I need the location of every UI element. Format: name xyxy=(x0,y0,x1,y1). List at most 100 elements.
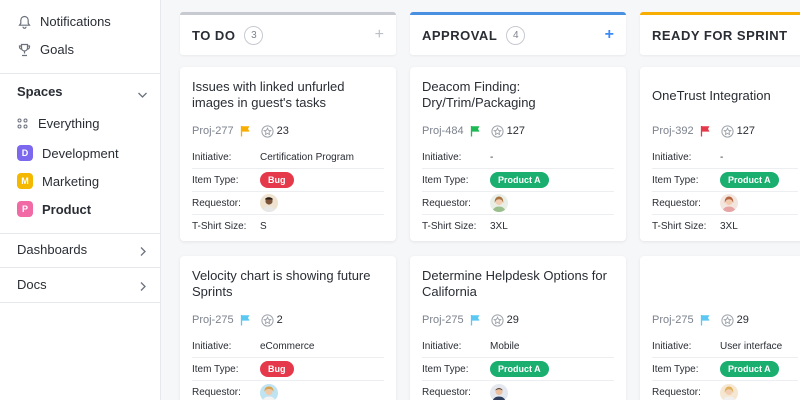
flag-icon[interactable] xyxy=(700,314,711,326)
field-initiative[interactable]: Initiative: - xyxy=(652,146,798,169)
points-value: 2 xyxy=(276,314,283,326)
sprint-points[interactable]: 2 xyxy=(260,313,283,327)
space-label: Everything xyxy=(38,116,100,131)
card-title[interactable]: Determine Helpdesk Options for Californi… xyxy=(422,268,614,302)
field-label: Requestor: xyxy=(192,387,241,398)
space-badge: P xyxy=(17,201,33,217)
field-tshirt-size[interactable]: T-Shirt Size: 3XL xyxy=(652,215,798,238)
sprint-points[interactable]: 127 xyxy=(720,124,755,138)
avatar[interactable] xyxy=(720,383,738,400)
avatar[interactable] xyxy=(720,194,738,212)
field-label: Item Type: xyxy=(422,174,469,186)
chevron-right-icon[interactable] xyxy=(139,244,147,262)
sidebar-item-label: Goals xyxy=(40,42,74,57)
field-item-type[interactable]: Item Type: Bug xyxy=(192,358,384,381)
points-icon xyxy=(720,313,734,327)
sprint-points[interactable]: 23 xyxy=(260,124,289,138)
card-title[interactable]: Issues with linked unfurled images in gu… xyxy=(192,79,384,113)
flag-icon[interactable] xyxy=(700,125,711,137)
divider xyxy=(0,302,161,303)
space-item-everything[interactable]: Everything xyxy=(17,116,99,131)
card-meta: Proj-392 127 xyxy=(652,123,798,139)
task-card[interactable]: Issues with linked unfurled images in gu… xyxy=(180,67,396,241)
field-requestor[interactable]: Requestor: xyxy=(422,192,614,215)
task-card[interactable]: OneTrust Integration Proj-392 127 Initia… xyxy=(640,67,800,241)
spaces-section-title[interactable]: Spaces xyxy=(17,84,63,99)
item-type-tag[interactable]: Product A xyxy=(720,361,779,377)
field-label: Item Type: xyxy=(192,174,239,186)
sprint-points[interactable]: 29 xyxy=(720,313,749,327)
chevron-down-icon[interactable] xyxy=(137,86,148,104)
sidebar-item-dashboards[interactable]: Dashboards xyxy=(17,242,87,257)
sprint-points[interactable]: 127 xyxy=(490,124,525,138)
field-item-type[interactable]: Item Type: Product A xyxy=(422,358,614,381)
field-initiative[interactable]: Initiative: User interface xyxy=(652,335,798,358)
field-value: 3XL xyxy=(490,221,508,232)
column-header: TO DO 3 + xyxy=(180,12,396,55)
field-item-type[interactable]: Item Type: Product A xyxy=(652,358,798,381)
avatar[interactable] xyxy=(260,194,278,212)
field-value: S xyxy=(260,221,267,232)
trophy-icon xyxy=(17,43,31,57)
field-requestor[interactable]: Requestor: xyxy=(192,192,384,215)
field-initiative[interactable]: Initiative: Certification Program xyxy=(192,146,384,169)
field-label: Requestor: xyxy=(192,197,241,209)
task-id: Proj-484 xyxy=(422,125,464,137)
field-requestor[interactable]: Requestor: xyxy=(652,192,798,215)
field-label: Item Type: xyxy=(652,363,699,375)
space-item-product[interactable]: P Product xyxy=(17,201,91,217)
field-label: Initiative: xyxy=(422,340,462,352)
field-initiative[interactable]: Initiative: eCommerce xyxy=(192,335,384,358)
task-id: Proj-275 xyxy=(422,314,464,326)
item-type-tag[interactable]: Product A xyxy=(720,172,779,188)
sidebar-item-notifications[interactable]: Notifications xyxy=(17,14,111,29)
space-item-marketing[interactable]: M Marketing xyxy=(17,173,99,189)
task-card[interactable]: Velocity chart is showing future Sprints… xyxy=(180,256,396,400)
sidebar-item-docs[interactable]: Docs xyxy=(17,277,47,292)
avatar[interactable] xyxy=(490,383,508,400)
flag-icon[interactable] xyxy=(470,125,481,137)
field-item-type[interactable]: Item Type: Bug xyxy=(192,169,384,192)
field-requestor[interactable]: Requestor: xyxy=(192,381,384,400)
field-initiative[interactable]: Initiative: - xyxy=(422,146,614,169)
item-type-tag[interactable]: Bug xyxy=(260,361,294,377)
card-title[interactable]: Velocity chart is showing future Sprints xyxy=(192,268,384,302)
field-tshirt-size[interactable]: T-Shirt Size: 3XL xyxy=(422,215,614,238)
flag-icon[interactable] xyxy=(240,125,251,137)
card-title[interactable] xyxy=(652,268,798,302)
space-item-development[interactable]: D Development xyxy=(17,145,119,161)
avatar[interactable] xyxy=(260,383,278,400)
flag-icon[interactable] xyxy=(470,314,481,326)
card-meta: Proj-484 127 xyxy=(422,123,614,139)
divider xyxy=(0,73,161,74)
field-tshirt-size[interactable]: T-Shirt Size: S xyxy=(192,215,384,238)
item-type-tag[interactable]: Product A xyxy=(490,361,549,377)
task-card[interactable]: Determine Helpdesk Options for Californi… xyxy=(410,256,626,400)
item-type-tag[interactable]: Product A xyxy=(490,172,549,188)
task-card[interactable]: Proj-275 29 Initiative: User interface It… xyxy=(640,256,800,400)
field-item-type[interactable]: Item Type: Product A xyxy=(652,169,798,192)
field-requestor[interactable]: Requestor: xyxy=(422,381,614,400)
chevron-right-icon[interactable] xyxy=(139,279,147,297)
card-title[interactable]: Deacom Finding: Dry/Trim/Packaging xyxy=(422,79,614,113)
card-title[interactable]: OneTrust Integration xyxy=(652,79,798,113)
field-value: - xyxy=(490,151,494,163)
column-title: APPROVAL xyxy=(422,27,498,43)
add-task-icon[interactable]: + xyxy=(375,27,384,43)
space-badge: D xyxy=(17,145,33,161)
item-type-tag[interactable]: Bug xyxy=(260,172,294,188)
field-item-type[interactable]: Item Type: Product A xyxy=(422,169,614,192)
card-meta: Proj-275 2 xyxy=(192,312,384,328)
sprint-points[interactable]: 29 xyxy=(490,313,519,327)
task-id: Proj-392 xyxy=(652,125,694,137)
sidebar-item-goals[interactable]: Goals xyxy=(17,42,74,57)
task-card[interactable]: Deacom Finding: Dry/Trim/Packaging Proj-… xyxy=(410,67,626,241)
field-initiative[interactable]: Initiative: Mobile xyxy=(422,335,614,358)
field-label: T-Shirt Size: xyxy=(192,221,247,232)
flag-icon[interactable] xyxy=(240,314,251,326)
column-header: APPROVAL 4 + xyxy=(410,12,626,55)
field-requestor[interactable]: Requestor: xyxy=(652,381,798,400)
avatar[interactable] xyxy=(490,194,508,212)
add-task-icon[interactable]: + xyxy=(605,27,614,43)
field-label: Item Type: xyxy=(192,363,239,375)
